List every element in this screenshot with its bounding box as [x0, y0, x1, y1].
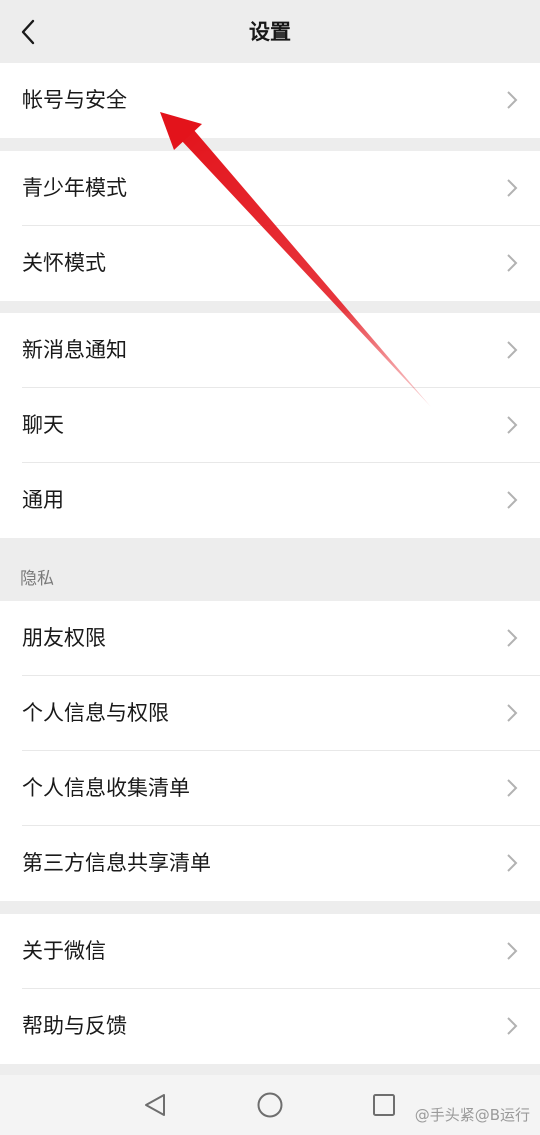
settings-item-help-feedback[interactable]: 帮助与反馈	[0, 989, 540, 1064]
chevron-right-icon	[507, 942, 518, 960]
settings-item-notifications[interactable]: 新消息通知	[0, 313, 540, 388]
settings-item-label: 聊天	[22, 413, 64, 437]
chevron-right-icon	[507, 416, 518, 434]
nav-recents-button[interactable]	[366, 1087, 402, 1123]
settings-item-label: 朋友权限	[22, 626, 106, 650]
chevron-right-icon	[507, 179, 518, 197]
settings-item-account-security[interactable]: 帐号与安全	[0, 63, 540, 138]
chevron-right-icon	[507, 341, 518, 359]
settings-group-privacy: 朋友权限 个人信息与权限 个人信息收集清单 第三方信息共享清单	[0, 601, 540, 901]
circle-home-icon	[257, 1092, 283, 1118]
settings-item-general[interactable]: 通用	[0, 463, 540, 538]
settings-item-label: 通用	[22, 488, 64, 512]
settings-group-modes: 青少年模式 关怀模式	[0, 151, 540, 301]
settings-item-label: 关于微信	[22, 939, 106, 963]
settings-item-label: 青少年模式	[22, 176, 127, 200]
settings-item-friend-permissions[interactable]: 朋友权限	[0, 601, 540, 676]
chevron-right-icon	[507, 854, 518, 872]
chevron-right-icon	[507, 91, 518, 109]
section-label-privacy: 隐私	[20, 569, 54, 589]
settings-item-label: 第三方信息共享清单	[22, 851, 211, 875]
chevron-right-icon	[507, 254, 518, 272]
settings-item-about-wechat[interactable]: 关于微信	[0, 914, 540, 989]
chevron-right-icon	[507, 704, 518, 722]
chevron-right-icon	[507, 779, 518, 797]
settings-item-third-party-sharing-list[interactable]: 第三方信息共享清单	[0, 826, 540, 901]
settings-item-chat[interactable]: 聊天	[0, 388, 540, 463]
settings-item-care-mode[interactable]: 关怀模式	[0, 226, 540, 301]
settings-item-label: 个人信息收集清单	[22, 776, 190, 800]
chevron-right-icon	[507, 629, 518, 647]
settings-item-label: 帐号与安全	[22, 88, 127, 112]
settings-item-label: 关怀模式	[22, 251, 106, 275]
page-title: 设置	[249, 20, 291, 44]
chevron-right-icon	[507, 1017, 518, 1035]
settings-item-teen-mode[interactable]: 青少年模式	[0, 151, 540, 226]
settings-group-general: 新消息通知 聊天 通用	[0, 313, 540, 538]
nav-home-button[interactable]	[252, 1087, 288, 1123]
watermark: @手头紧@B运行	[414, 1106, 530, 1124]
triangle-back-icon	[145, 1094, 165, 1116]
settings-item-label: 帮助与反馈	[22, 1014, 127, 1038]
settings-group-about: 关于微信 帮助与反馈	[0, 914, 540, 1064]
nav-back-button[interactable]	[137, 1087, 173, 1123]
settings-item-personal-info-permissions[interactable]: 个人信息与权限	[0, 676, 540, 751]
settings-item-label: 个人信息与权限	[22, 701, 169, 725]
title-bar: 设置	[0, 0, 540, 63]
settings-item-info-collection-list[interactable]: 个人信息收集清单	[0, 751, 540, 826]
settings-item-label: 新消息通知	[22, 338, 127, 362]
chevron-right-icon	[507, 491, 518, 509]
square-recents-icon	[373, 1094, 395, 1116]
settings-group-account: 帐号与安全	[0, 63, 540, 138]
